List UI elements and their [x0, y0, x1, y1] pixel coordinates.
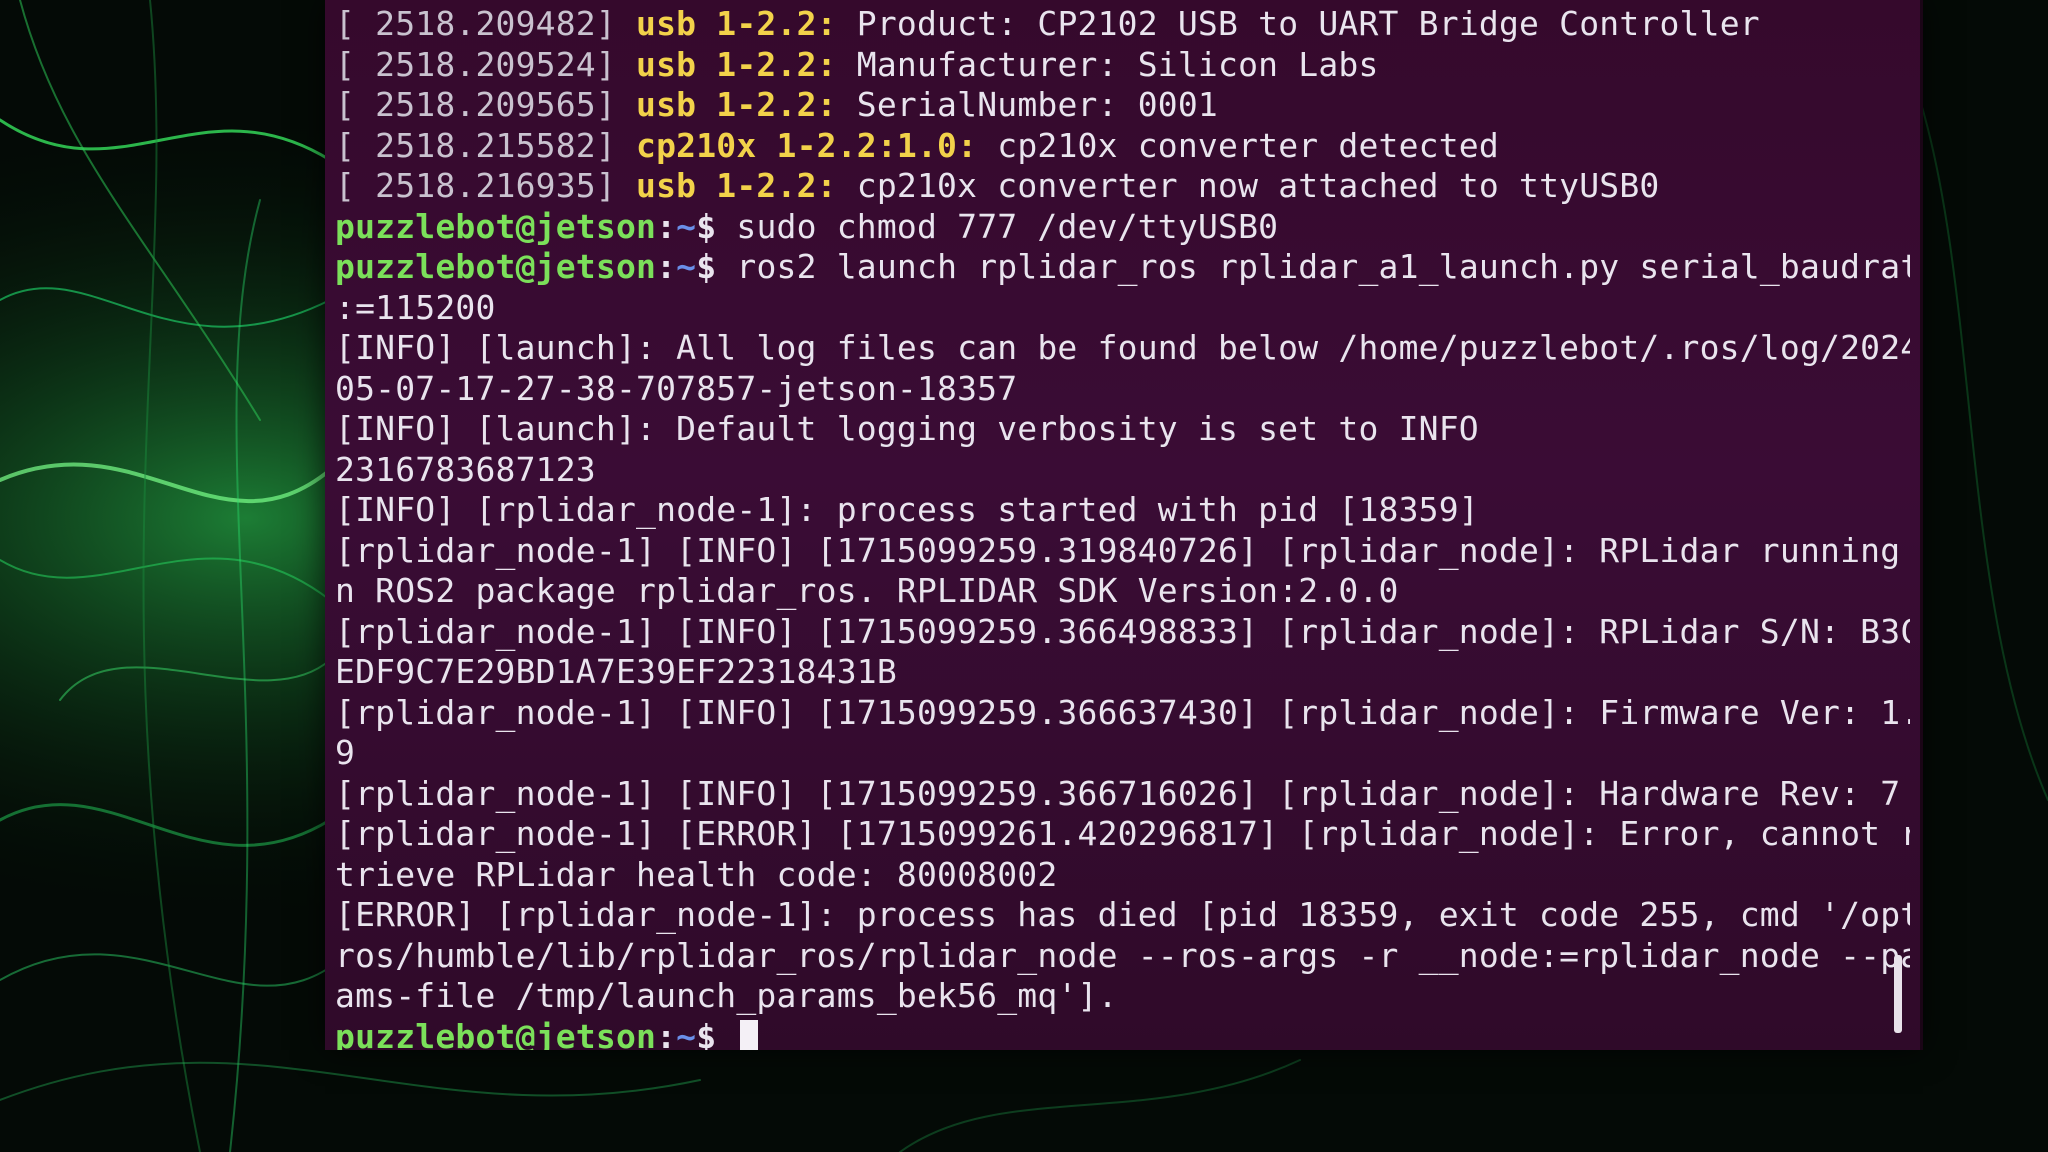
- prompt-user: puzzlebot@jetson: [335, 1016, 657, 1051]
- output-text: [INFO] [launch]: Default logging verbosi…: [335, 409, 1479, 448]
- output-text: [rplidar_node-1] [INFO] [1715099259.3664…: [335, 611, 1910, 651]
- kernel-log-line: [ 2518.215582] cp210x 1-2.2:1.0: cp210x …: [335, 126, 1910, 167]
- output-line: 9: [335, 733, 1910, 774]
- prompt-line: puzzlebot@jetson:~$ ros2 launch rplidar_…: [335, 247, 1910, 288]
- prompt-line: puzzlebot@jetson:~$ sudo chmod 777 /dev/…: [335, 207, 1910, 248]
- output-line: n ROS2 package rplidar_ros. RPLIDAR SDK …: [335, 571, 1910, 612]
- kernel-log-line: [ 2518.209482] usb 1-2.2: Product: CP210…: [335, 4, 1910, 45]
- log-timestamp: [ 2518.209524]: [335, 44, 616, 84]
- output-text: [INFO] [launch]: All log files can be fo…: [335, 328, 1910, 367]
- output-line: [INFO] [launch]: Default logging verbosi…: [335, 409, 1910, 450]
- prompt-separator: :: [656, 1016, 677, 1051]
- output-line: [INFO] [rplidar_node-1]: process started…: [335, 490, 1910, 531]
- output-text: ros/humble/lib/rplidar_ros/rplidar_node …: [335, 935, 1910, 975]
- log-source: usb 1-2.2:: [636, 4, 837, 43]
- log-message: SerialNumber: 0001: [836, 85, 1219, 124]
- output-text: 2316783687123: [335, 449, 596, 489]
- output-line: trieve RPLidar health code: 80008002: [335, 855, 1910, 896]
- command-text: sudo chmod 777 /dev/ttyUSB0: [736, 206, 1279, 246]
- log-source: usb 1-2.2:: [636, 166, 837, 205]
- output-line: [INFO] [launch]: All log files can be fo…: [335, 328, 1910, 369]
- prompt-path: ~: [676, 206, 697, 246]
- output-text: [INFO] [rplidar_node-1]: process started…: [335, 490, 1479, 529]
- prompt-symbol: $: [696, 247, 737, 286]
- output-line: [rplidar_node-1] [INFO] [1715099259.3198…: [335, 531, 1910, 572]
- output-text: [rplidar_node-1] [ERROR] [1715099261.420…: [335, 814, 1910, 853]
- output-text: [rplidar_node-1] [INFO] [1715099259.3667…: [335, 773, 1901, 813]
- output-text: 9: [335, 733, 356, 772]
- kernel-log-line: [ 2518.216935] usb 1-2.2: cp210x convert…: [335, 166, 1910, 207]
- output-line: [rplidar_node-1] [ERROR] [1715099261.420…: [335, 814, 1910, 855]
- output-text: 05-07-17-27-38-707857-jetson-18357: [335, 368, 1018, 408]
- log-message: cp210x converter now attached to ttyUSB0: [836, 166, 1660, 205]
- output-text: trieve RPLidar health code: 80008002: [335, 854, 1058, 894]
- prompt-separator: :: [656, 247, 677, 286]
- prompt-line: puzzlebot@jetson:~$: [335, 1016, 1910, 1051]
- log-message: Product: CP2102 USB to UART Bridge Contr…: [836, 4, 1760, 43]
- output-line: [rplidar_node-1] [INFO] [1715099259.3667…: [335, 774, 1910, 815]
- output-text: [ERROR] [rplidar_node-1]: process has di…: [335, 895, 1910, 934]
- text-cursor[interactable]: [740, 1019, 759, 1050]
- output-line: [ERROR] [rplidar_node-1]: process has di…: [335, 895, 1910, 936]
- prompt-user: puzzlebot@jetson: [335, 206, 657, 246]
- log-timestamp: [ 2518.216935]: [335, 166, 616, 205]
- prompt-path: ~: [676, 247, 697, 286]
- prompt-user: puzzlebot@jetson: [335, 247, 657, 286]
- terminal-scrollbar[interactable]: [1894, 955, 1902, 1033]
- output-line: 2316783687123: [335, 450, 1910, 491]
- output-line: EDF9C7E29BD1A7E39EF22318431B: [335, 652, 1910, 693]
- output-text: [rplidar_node-1] [INFO] [1715099259.3198…: [335, 530, 1910, 570]
- prompt-symbol: $: [696, 1016, 737, 1051]
- terminal-window[interactable]: [ 2518.209482] usb 1-2.2: Product: CP210…: [325, 0, 1923, 1050]
- output-text: n ROS2 package rplidar_ros. RPLIDAR SDK …: [335, 571, 1399, 610]
- kernel-log-line: [ 2518.209565] usb 1-2.2: SerialNumber: …: [335, 85, 1910, 126]
- output-line: ams-file /tmp/launch_params_bek56_mq'].: [335, 976, 1910, 1017]
- output-line: 05-07-17-27-38-707857-jetson-18357: [335, 369, 1910, 410]
- output-text: :=115200: [335, 287, 496, 327]
- log-message: cp210x converter detected: [977, 125, 1499, 165]
- output-text: [rplidar_node-1] [INFO] [1715099259.3666…: [335, 692, 1910, 732]
- output-line: [rplidar_node-1] [INFO] [1715099259.3664…: [335, 612, 1910, 653]
- command-text: ros2 launch rplidar_ros rplidar_a1_launc…: [736, 247, 1910, 286]
- terminal-output: [ 2518.209482] usb 1-2.2: Product: CP210…: [325, 4, 1920, 1050]
- prompt-separator: :: [656, 206, 677, 246]
- log-timestamp: [ 2518.209565]: [335, 85, 616, 124]
- output-line: :=115200: [335, 288, 1910, 329]
- prompt-symbol: $: [696, 206, 737, 246]
- log-message: Manufacturer: Silicon Labs: [836, 44, 1379, 84]
- prompt-path: ~: [676, 1016, 697, 1051]
- log-timestamp: [ 2518.209482]: [335, 4, 616, 43]
- output-text: EDF9C7E29BD1A7E39EF22318431B: [335, 652, 897, 691]
- output-line: ros/humble/lib/rplidar_ros/rplidar_node …: [335, 936, 1910, 977]
- log-timestamp: [ 2518.215582]: [335, 125, 616, 165]
- kernel-log-line: [ 2518.209524] usb 1-2.2: Manufacturer: …: [335, 45, 1910, 86]
- log-source: usb 1-2.2:: [636, 44, 837, 84]
- log-source: cp210x 1-2.2:1.0:: [636, 125, 978, 165]
- log-source: usb 1-2.2:: [636, 85, 837, 124]
- output-line: [rplidar_node-1] [INFO] [1715099259.3666…: [335, 693, 1910, 734]
- output-text: ams-file /tmp/launch_params_bek56_mq'].: [335, 976, 1118, 1015]
